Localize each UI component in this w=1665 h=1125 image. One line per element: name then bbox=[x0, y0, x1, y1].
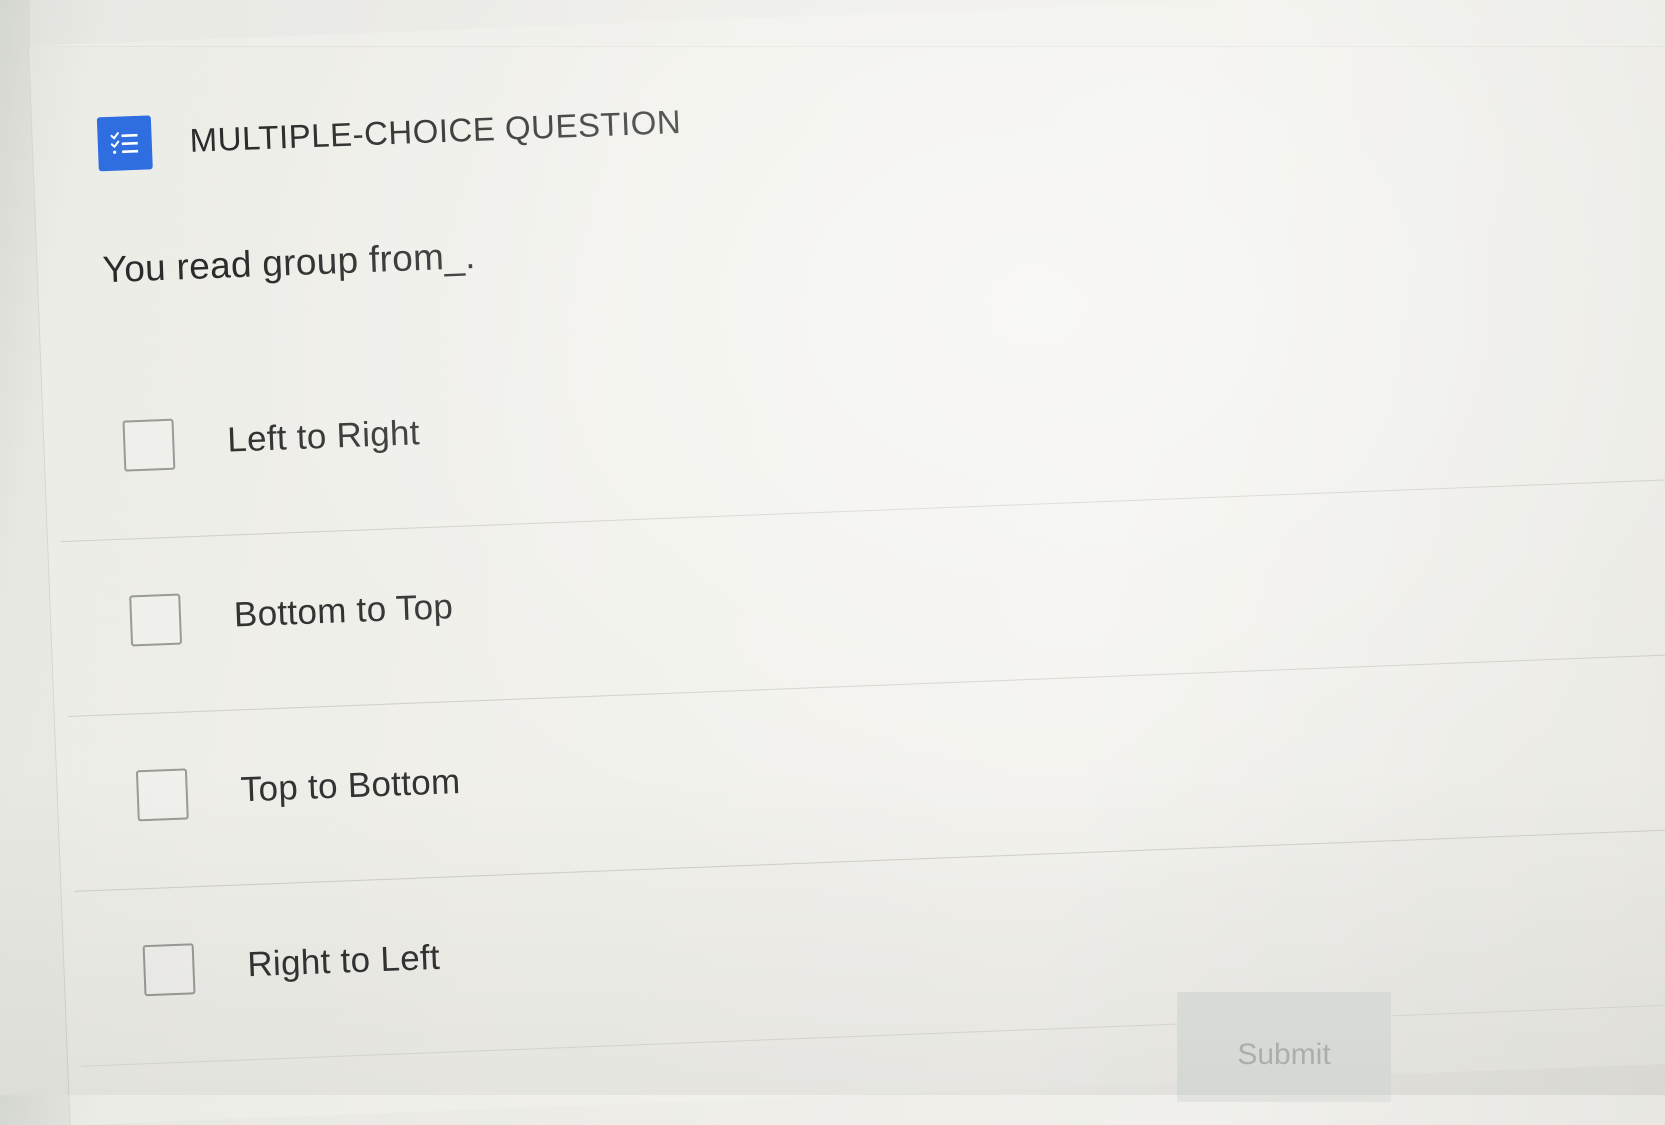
option-label: Right to Left bbox=[246, 937, 441, 985]
question-card: MULTIPLE-CHOICE QUESTION You read group … bbox=[28, 0, 1665, 1125]
option-label: Left to Right bbox=[226, 413, 421, 460]
question-type-label: MULTIPLE-CHOICE QUESTION bbox=[189, 102, 682, 159]
option-checkbox[interactable] bbox=[122, 418, 176, 472]
options-list: Left to Right Bottom to Top Top to Botto… bbox=[54, 302, 1665, 1067]
option-label: Bottom to Top bbox=[233, 587, 454, 635]
submit-button[interactable]: Submit bbox=[1177, 992, 1391, 1102]
checklist-icon bbox=[96, 115, 153, 172]
option-checkbox[interactable] bbox=[142, 943, 196, 997]
option-checkbox[interactable] bbox=[135, 768, 189, 822]
option-checkbox[interactable] bbox=[129, 593, 183, 647]
option-label: Top to Bottom bbox=[239, 761, 462, 810]
